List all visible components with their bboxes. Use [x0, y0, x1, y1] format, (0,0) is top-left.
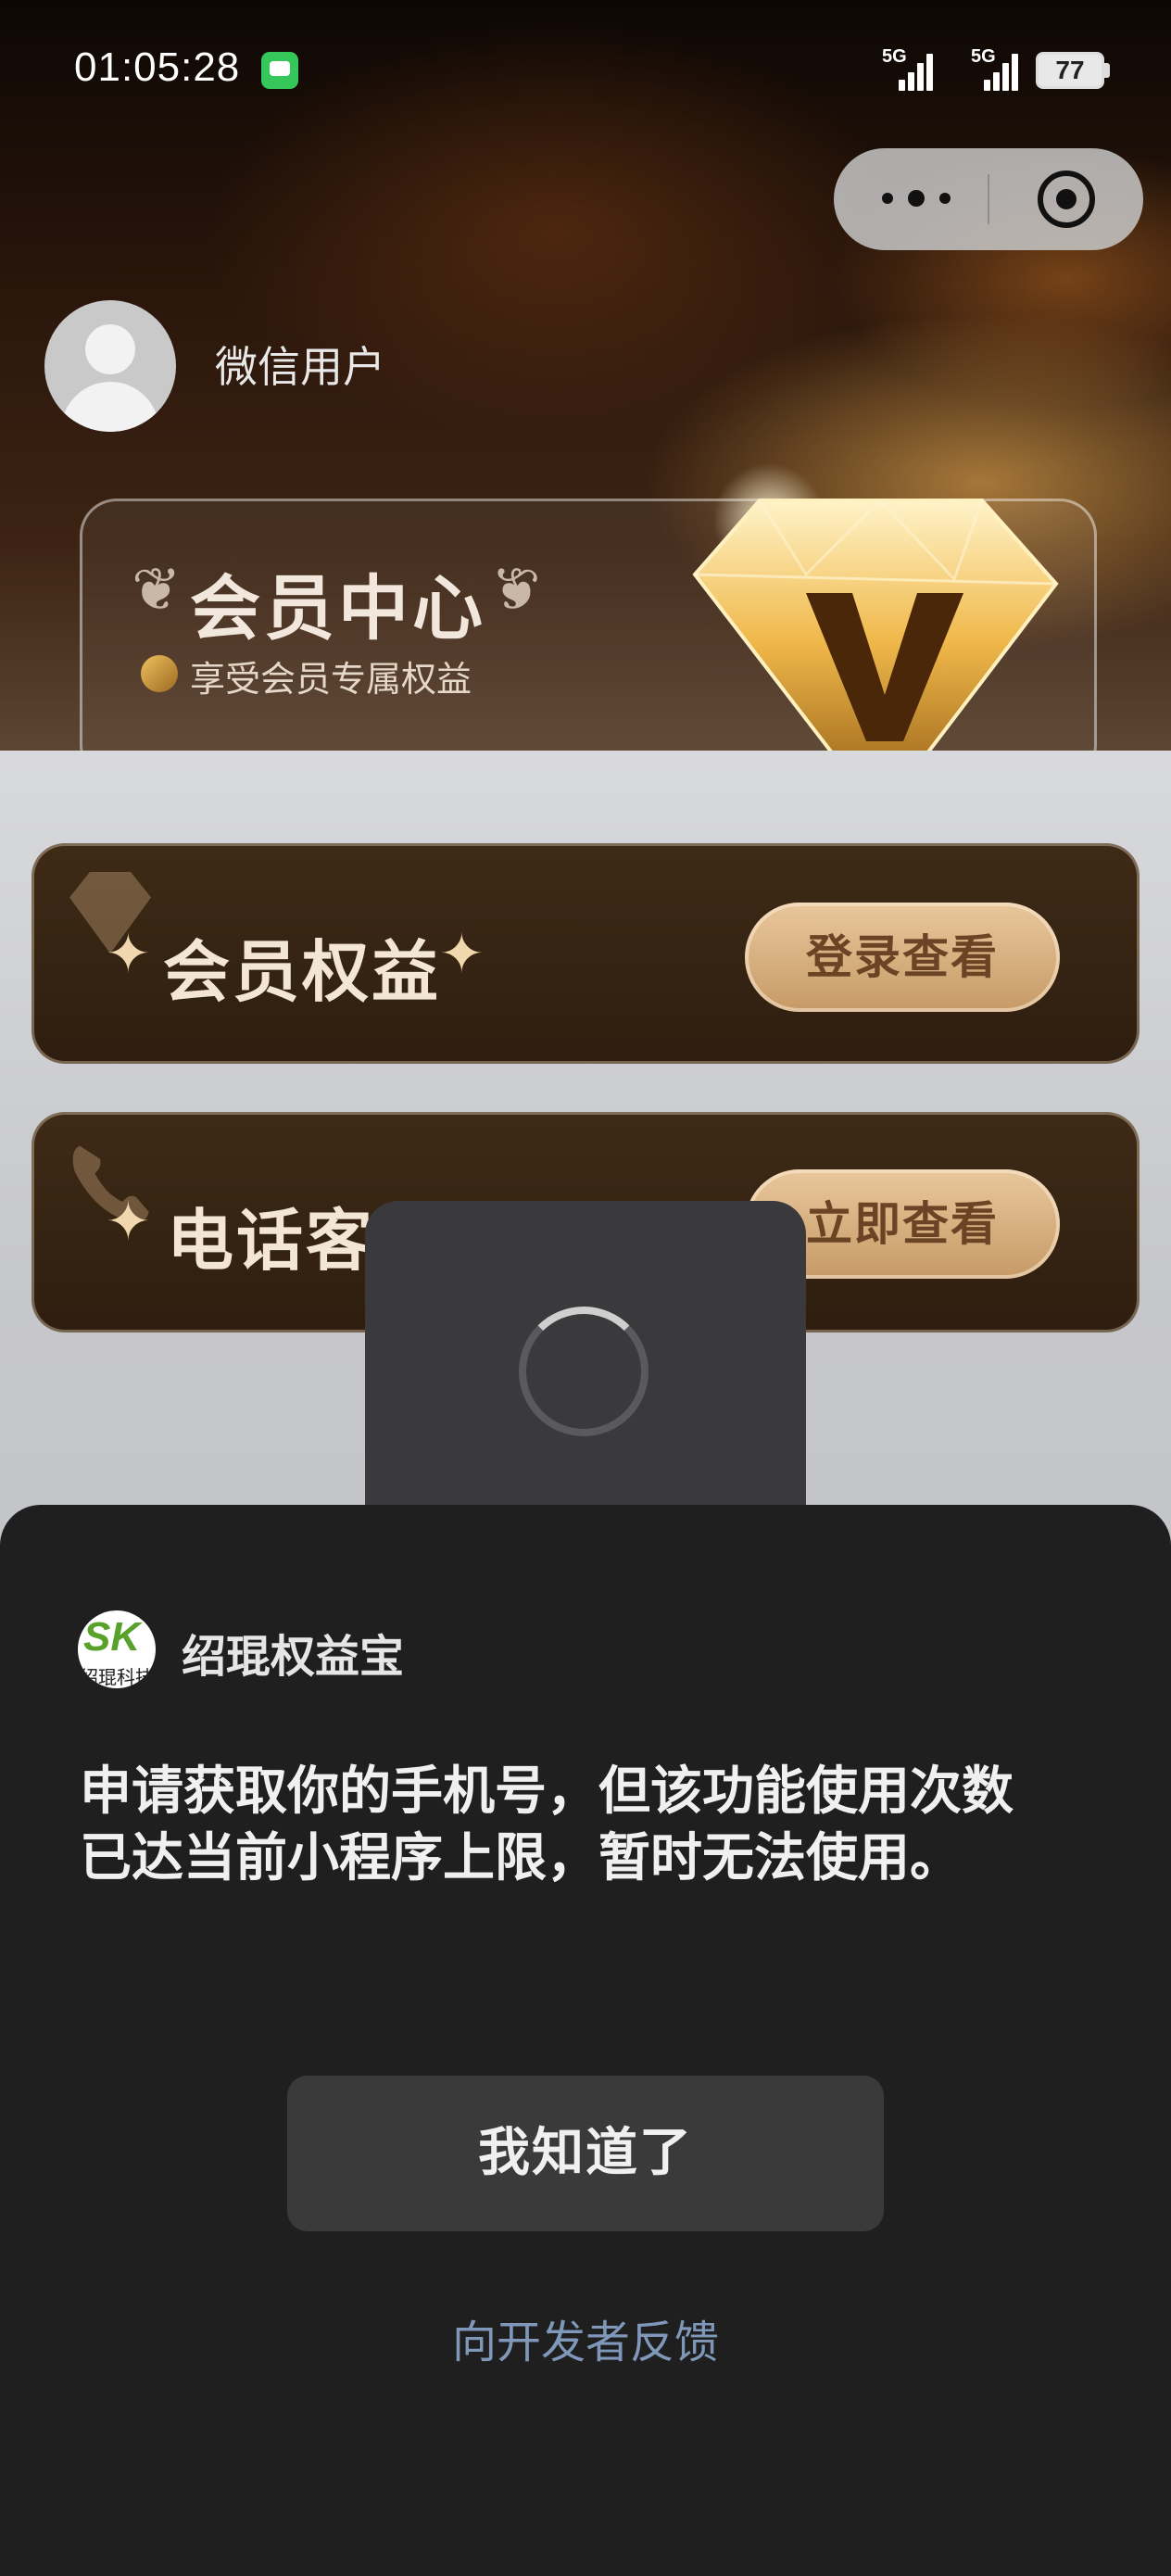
logo-caption: 绍琨科技: [80, 1666, 154, 1688]
app-logo: SK 绍琨科技: [78, 1610, 156, 1688]
acknowledge-button[interactable]: 我知道了: [287, 2076, 884, 2231]
phone-service-label: 电话客: [167, 1202, 376, 1280]
battery-icon: 77: [1036, 52, 1104, 89]
signal-label: 5G: [971, 46, 996, 67]
laurel-left-icon: ❦: [132, 556, 182, 625]
close-mini-program-icon[interactable]: [1038, 170, 1095, 228]
member-center-subtitle: 享受会员专属权益: [190, 659, 472, 700]
developer-feedback-link[interactable]: 向开发者反馈: [0, 2305, 1171, 2370]
signal-label: 5G: [882, 46, 907, 67]
app-name: 绍琨权益宝: [182, 1631, 405, 1683]
sparkle-icon: ✦: [106, 1190, 151, 1253]
laurel-right-icon: ❦: [491, 556, 541, 625]
member-center-title: 会员中心: [190, 567, 486, 650]
dialog-message-line2: 已达当前小程序上限，暂时无法使用。: [80, 1828, 962, 1888]
signal-icon: 5G: [963, 46, 1019, 91]
signal-icon: 5G: [882, 46, 938, 91]
dialog-message-line1: 申请获取你的手机号，但该功能使用次数: [80, 1762, 1014, 1822]
sparkle-icon: ✦: [439, 922, 485, 985]
crown-coin-icon: [141, 655, 178, 692]
sparkle-icon: ✦: [106, 922, 151, 985]
mini-program-capsule: [834, 148, 1143, 250]
login-view-button[interactable]: 登录查看: [745, 903, 1060, 1012]
dialog-message: 申请获取你的手机号，但该功能使用次数 已达当前小程序上限，暂时无法使用。: [80, 1759, 1099, 1892]
avatar[interactable]: [44, 300, 176, 432]
status-time: 01:05:28: [74, 44, 241, 90]
loading-spinner-icon: [519, 1307, 648, 1436]
capsule-divider: [988, 174, 989, 224]
phone-permission-dialog: [0, 1505, 1171, 2576]
battery-level: 77: [1055, 56, 1085, 84]
logo-letters: SK: [83, 1614, 141, 1660]
username: 微信用户: [215, 342, 385, 392]
battery-tip: [1104, 63, 1110, 78]
message-notification-icon: [261, 52, 298, 89]
more-icon[interactable]: [882, 185, 956, 213]
member-benefits-label: 会员权益: [163, 933, 442, 1011]
